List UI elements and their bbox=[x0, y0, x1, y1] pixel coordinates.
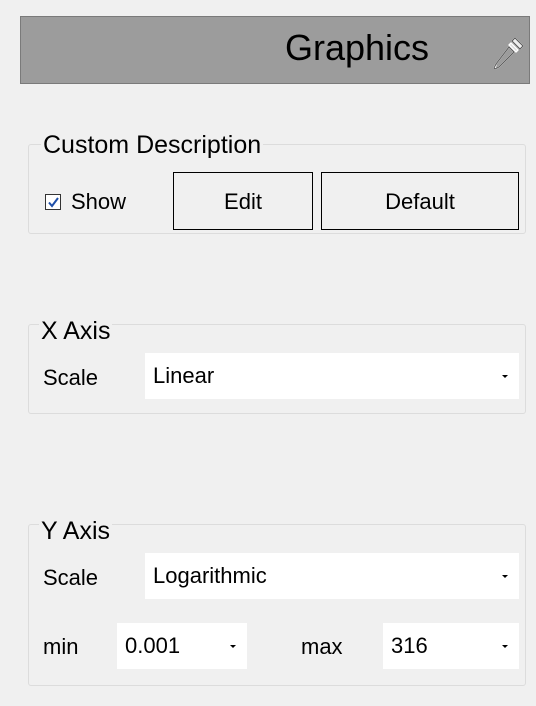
x-scale-dropdown[interactable]: Linear bbox=[145, 353, 519, 399]
chevron-down-icon bbox=[230, 645, 236, 648]
x-axis-group: X Axis Scale Linear bbox=[28, 317, 526, 414]
y-min-dropdown[interactable]: 0.001 bbox=[117, 623, 247, 669]
chevron-down-icon bbox=[502, 575, 508, 578]
x-scale-value: Linear bbox=[153, 363, 215, 388]
eyedropper-icon[interactable] bbox=[487, 32, 529, 74]
x-scale-label: Scale bbox=[43, 365, 99, 390]
y-max-label: max bbox=[301, 634, 343, 659]
show-checkbox-label: Show bbox=[71, 189, 127, 214]
panel-title: Graphics bbox=[285, 27, 430, 68]
chevron-down-icon bbox=[502, 375, 508, 378]
edit-button[interactable]: Edit bbox=[173, 172, 313, 230]
x-axis-title: X Axis bbox=[39, 317, 113, 345]
checkmark-icon bbox=[48, 197, 59, 208]
y-scale-value: Logarithmic bbox=[153, 563, 267, 588]
custom-description-title: Custom Description bbox=[41, 131, 264, 159]
y-max-dropdown[interactable]: 316 bbox=[383, 623, 519, 669]
y-axis-title: Y Axis bbox=[39, 517, 113, 545]
y-scale-label: Scale bbox=[43, 565, 99, 590]
panel-header: Graphics bbox=[20, 16, 530, 84]
y-min-label: min bbox=[43, 634, 79, 659]
y-max-value: 316 bbox=[391, 633, 428, 658]
y-min-value: 0.001 bbox=[125, 633, 181, 658]
graphics-panel: Graphics Custom Description Show Edit De… bbox=[0, 0, 536, 706]
y-axis-group: Y Axis Scale Logarithmic min 0.001 max 3… bbox=[28, 517, 526, 686]
y-scale-dropdown[interactable]: Logarithmic bbox=[145, 553, 519, 599]
default-button[interactable]: Default bbox=[321, 172, 519, 230]
show-checkbox[interactable]: Show bbox=[45, 190, 165, 214]
show-checkbox-box[interactable] bbox=[45, 194, 61, 210]
custom-description-group: Custom Description Show Edit Default bbox=[28, 131, 526, 234]
chevron-down-icon bbox=[502, 645, 508, 648]
